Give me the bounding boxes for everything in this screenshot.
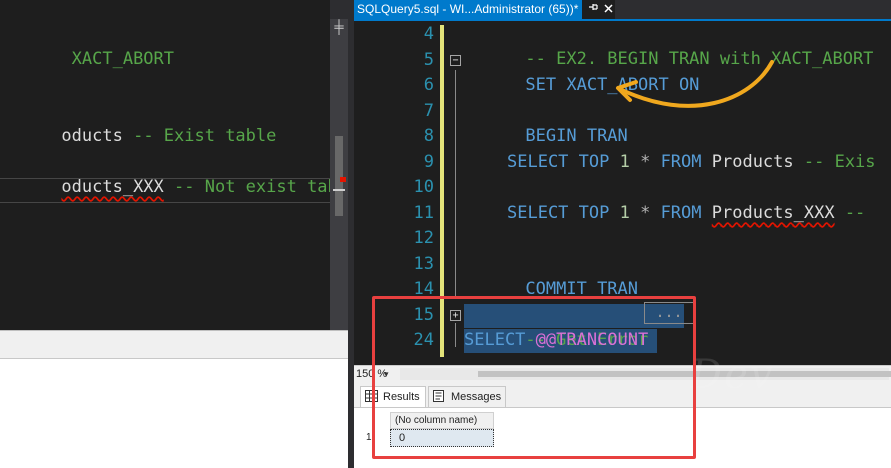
comment-text: -- xyxy=(834,203,866,223)
operator-text: * xyxy=(629,203,661,223)
keyword-text: BEGIN TRAN xyxy=(525,126,628,146)
code-line-9: SELECT TOP 1 * FROM Products -- Exis xyxy=(507,150,876,175)
line-number: 7 xyxy=(423,101,434,121)
left-code-line: oducts_XXX -- Not exist table xyxy=(0,150,330,225)
identifier-text: Products xyxy=(711,152,794,172)
line-number: 10 xyxy=(413,177,434,197)
caret-marker xyxy=(333,189,345,191)
pin-icon[interactable] xyxy=(586,0,600,19)
line-number: 8 xyxy=(423,126,434,146)
line-number: 11 xyxy=(413,203,434,223)
left-line-comment: -- Exist table xyxy=(122,126,277,146)
code-line-11: SELECT TOP 1 * FROM Products_XXX -- xyxy=(507,201,865,226)
line-number: 13 xyxy=(413,254,434,274)
line-number: 5 xyxy=(423,50,434,70)
error-marker xyxy=(340,177,346,182)
ssms-window: XACT_ABORT oducts -- Exist table oducts_… xyxy=(0,0,891,468)
document-tab[interactable]: SQLQuery5.sql - WI...Administrator (65))… xyxy=(354,0,582,19)
annotation-arrow xyxy=(616,60,774,108)
line-number: 4 xyxy=(423,24,434,44)
line-number: 12 xyxy=(413,228,434,248)
row-number: 1 xyxy=(366,432,372,443)
keyword-text: FROM xyxy=(660,152,712,172)
operator-text: * xyxy=(629,152,661,172)
identifier-text: Products_XXX xyxy=(711,203,835,223)
tab-title: SQLQuery5.sql - WI...Administrator (65))… xyxy=(357,2,579,16)
left-line-comment: -- Not exist table xyxy=(174,177,330,197)
left-vertical-scrollbar[interactable] xyxy=(330,19,348,330)
keyword-text: FROM xyxy=(660,203,712,223)
line-number: 9 xyxy=(423,152,434,172)
annotation-highlight-box xyxy=(372,296,696,459)
number-text: 1 xyxy=(619,203,630,223)
tab-strip xyxy=(615,0,891,19)
number-text: 1 xyxy=(619,152,630,172)
keyword-text: SELECT TOP xyxy=(507,203,620,223)
left-line-text: XACT_ABORT xyxy=(61,49,175,69)
left-results-header xyxy=(0,330,348,358)
line-number: 6 xyxy=(423,75,434,95)
close-icon[interactable] xyxy=(601,0,615,19)
left-code-line: XACT_ABORT xyxy=(0,22,174,97)
collapse-icon[interactable]: − xyxy=(450,55,461,66)
left-line-text: oducts xyxy=(61,126,123,146)
left-results-pane xyxy=(0,358,348,468)
left-line-text: oducts_XXX xyxy=(61,177,164,197)
left-query-editor[interactable]: XACT_ABORT oducts -- Exist table oducts_… xyxy=(0,0,330,330)
comment-text: -- Exis xyxy=(793,152,876,172)
keyword-text: SELECT TOP xyxy=(507,152,620,172)
split-icon[interactable]: ╪ xyxy=(330,19,348,35)
watermark: Dev xyxy=(690,352,775,398)
outline-guide xyxy=(455,70,456,298)
scrollbar-thumb[interactable] xyxy=(335,136,343,216)
